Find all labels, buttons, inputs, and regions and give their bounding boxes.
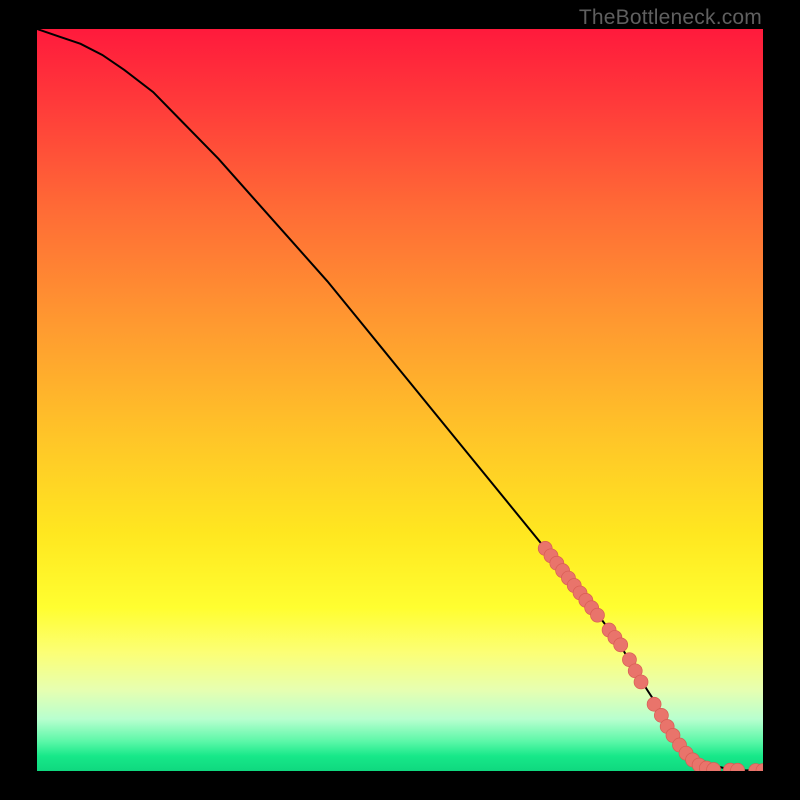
plot-area <box>37 29 763 771</box>
chart-frame: TheBottleneck.com <box>0 0 800 800</box>
watermark-text: TheBottleneck.com <box>579 6 762 30</box>
data-marker <box>590 608 604 622</box>
chart-svg <box>37 29 763 771</box>
data-marker <box>634 675 648 689</box>
data-marker <box>614 638 628 652</box>
curve-line <box>37 29 763 771</box>
